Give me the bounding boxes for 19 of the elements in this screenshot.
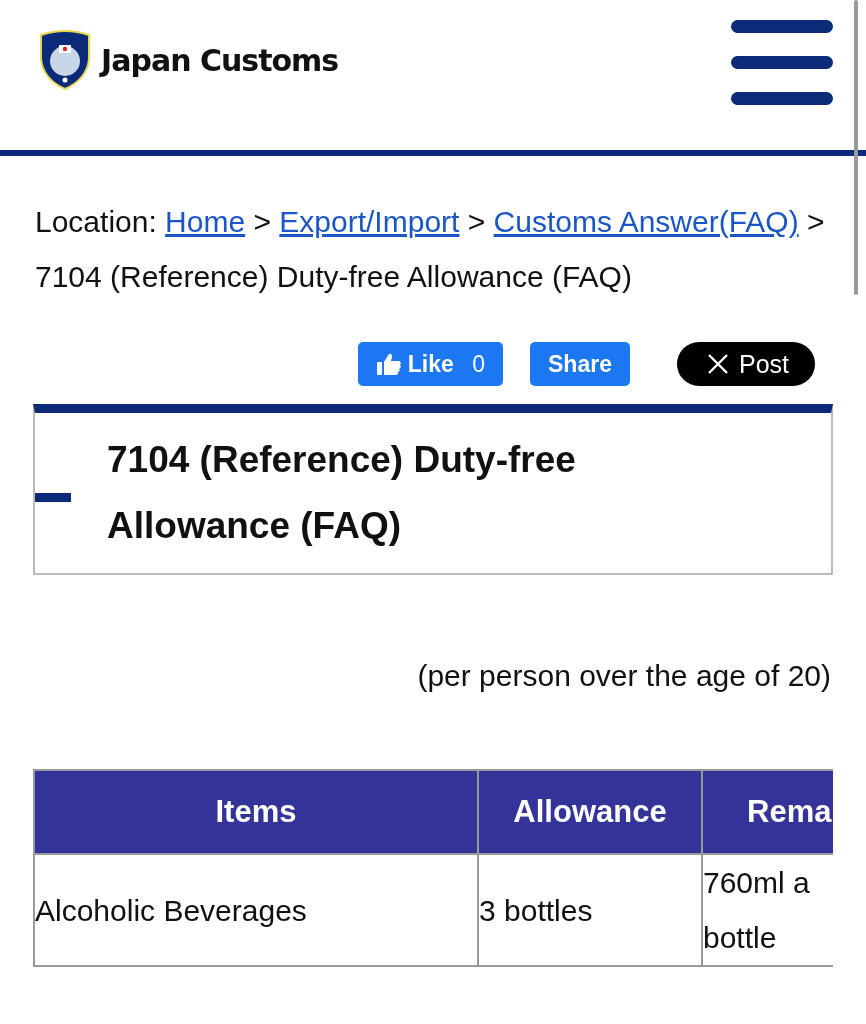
table-cell: 3 bottles [478, 854, 702, 966]
note-text: (per person over the age of 20) [416, 659, 831, 693]
page-title: 7104 (Reference) Duty-free Allowance (FAQ) [107, 438, 577, 548]
x-logo-icon [706, 353, 729, 375]
thumbs-up-icon [375, 352, 402, 376]
breadcrumb-link[interactable]: Home [165, 205, 246, 238]
breadcrumb-link[interactable]: Export/Import [279, 205, 460, 238]
post-button[interactable]: Post [676, 342, 815, 386]
logo-icon [37, 29, 93, 91]
like-button[interactable]: Like 0 [357, 342, 504, 386]
column-header: Allowance [478, 770, 702, 854]
breadcrumb-link[interactable]: Customs Answer(FAQ) [493, 205, 799, 238]
column-header: Rema [702, 770, 833, 854]
share-button[interactable]: Share [530, 342, 630, 386]
scrollbar[interactable] [854, 0, 858, 295]
menu-button[interactable] [731, 20, 833, 105]
column-header: Items [34, 770, 478, 854]
breadcrumb: Location: Home > Export/Import > Customs Answer(FAQ) > 7104 (Reference) Duty-free Allowance (FAQ) [35, 204, 826, 295]
site-name[interactable]: Japan Customs [101, 42, 339, 78]
